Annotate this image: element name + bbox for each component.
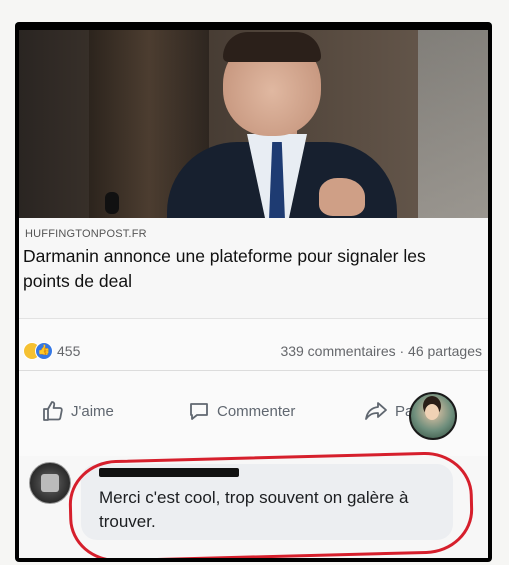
thumbs-up-icon: [41, 399, 65, 423]
speaker-hair: [223, 32, 321, 62]
comment-button[interactable]: Commenter: [187, 399, 295, 423]
like-button[interactable]: J'aime: [41, 399, 114, 423]
article-source: HUFFINGTONPOST.FR: [25, 228, 147, 240]
microphone: [105, 192, 119, 214]
comments-shares-count[interactable]: 339 commentaires · 46 partages: [280, 343, 482, 359]
reactions-count[interactable]: 455: [57, 343, 80, 359]
commenter-avatar[interactable]: [29, 462, 71, 504]
comment-section: Merci c'est cool, trop souvent on galère…: [19, 450, 488, 558]
watermark-avatar-badge: [409, 392, 457, 440]
article-preview[interactable]: HUFFINGTONPOST.FR Darmanin annonce une p…: [19, 218, 488, 318]
watermark-face: [425, 404, 439, 420]
speaker-hand: [319, 178, 365, 216]
background-window: [418, 30, 488, 218]
red-highlight-circle: [67, 450, 475, 558]
article-headline[interactable]: Darmanin annonce une plateforme pour sig…: [23, 244, 473, 294]
engagement-stats: 👍 455 339 commentaires · 46 partages: [19, 318, 488, 371]
comment-bubble-icon: [187, 399, 211, 423]
like-reaction-icon: 👍: [35, 342, 53, 360]
post-card: HUFFINGTONPOST.FR Darmanin annonce une p…: [19, 30, 488, 558]
comment-label: Commenter: [217, 402, 296, 420]
share-arrow-icon: [363, 399, 389, 423]
article-image[interactable]: [19, 30, 488, 218]
like-label: J'aime: [71, 402, 114, 420]
